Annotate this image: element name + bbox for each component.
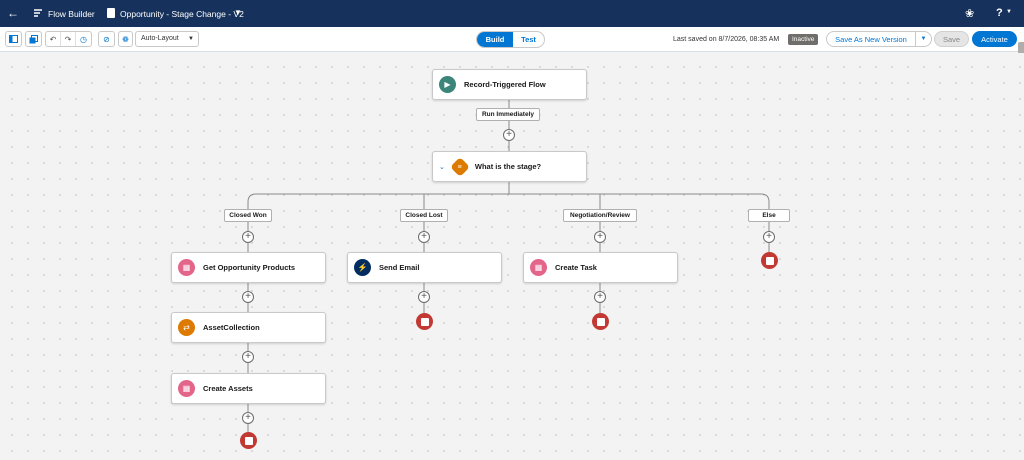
record-create-icon: ▦: [178, 380, 195, 397]
play-icon: ▶: [439, 76, 456, 93]
lightning-action-icon: ⚡: [354, 259, 371, 276]
send-email-node[interactable]: ⚡ Send Email: [347, 252, 502, 283]
asset-collection-label: AssetCollection: [203, 323, 260, 332]
create-assets-label: Create Assets: [203, 384, 253, 393]
send-email-label: Send Email: [379, 263, 420, 272]
add-element-button[interactable]: +: [242, 291, 254, 303]
add-element-button[interactable]: +: [242, 412, 254, 424]
end-node[interactable]: [240, 432, 257, 449]
end-node[interactable]: [592, 313, 609, 330]
create-task-node[interactable]: ▦ Create Task: [523, 252, 678, 283]
assignment-icon: ⇄: [178, 319, 195, 336]
start-node-label: Record-Triggered Flow: [464, 80, 546, 89]
decision-icon: ≡: [449, 156, 470, 177]
add-element-button[interactable]: +: [242, 231, 254, 243]
end-node[interactable]: [761, 252, 778, 269]
asset-collection-node[interactable]: ⇄ AssetCollection: [171, 312, 326, 343]
run-immediately-label: Run Immediately: [476, 108, 540, 121]
branch-label-else: Else: [748, 209, 790, 222]
add-element-button[interactable]: +: [242, 351, 254, 363]
create-assets-node[interactable]: ▦ Create Assets: [171, 373, 326, 404]
add-element-button[interactable]: +: [418, 291, 430, 303]
stop-icon: [596, 317, 605, 326]
record-create-icon: ▦: [530, 259, 547, 276]
stop-icon: [765, 256, 774, 265]
branch-label-closed-lost: Closed Lost: [400, 209, 448, 222]
get-opportunity-products-label: Get Opportunity Products: [203, 263, 296, 272]
add-element-button[interactable]: +: [594, 231, 606, 243]
branch-label-closed-won: Closed Won: [224, 209, 272, 222]
record-lookup-icon: ▦: [178, 259, 195, 276]
add-element-button[interactable]: +: [503, 129, 515, 141]
create-task-label: Create Task: [555, 263, 597, 272]
decision-node-label: What is the stage?: [474, 162, 542, 171]
chevron-down-icon[interactable]: ⌄: [439, 163, 445, 171]
add-element-button[interactable]: +: [594, 291, 606, 303]
start-node[interactable]: ▶ Record-Triggered Flow: [432, 69, 587, 100]
get-opportunity-products-node[interactable]: ▦ Get Opportunity Products: [171, 252, 326, 283]
stop-icon: [420, 317, 429, 326]
decision-node[interactable]: ⌄ ≡ What is the stage?: [432, 151, 587, 182]
stop-icon: [244, 436, 253, 445]
end-node[interactable]: [416, 313, 433, 330]
add-element-button[interactable]: +: [763, 231, 775, 243]
add-element-button[interactable]: +: [418, 231, 430, 243]
branch-label-negotiation-review: Negotiation/Review: [563, 209, 637, 222]
